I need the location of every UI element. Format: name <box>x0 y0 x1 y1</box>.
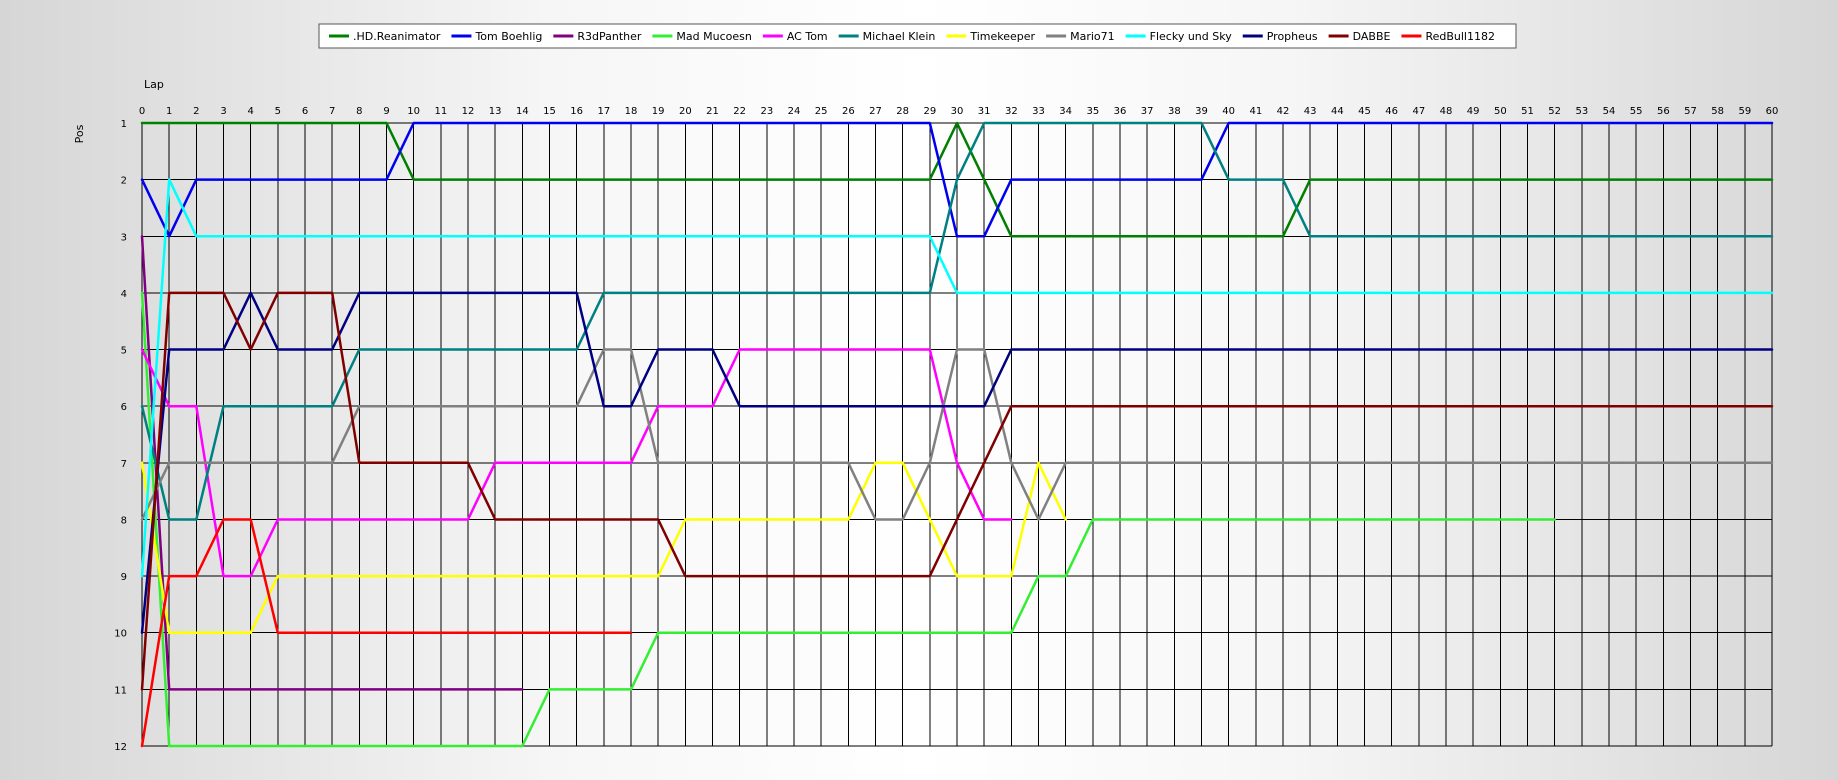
x-tick-label: 18 <box>625 106 638 117</box>
x-tick-label: 6 <box>302 106 308 117</box>
plot-grid <box>141 122 1773 747</box>
x-tick-label: 35 <box>1086 106 1099 117</box>
x-tick-label: 15 <box>543 106 556 117</box>
x-tick-label: 45 <box>1358 106 1371 117</box>
x-tick-label: 27 <box>869 106 882 117</box>
y-tick-label: 9 <box>121 572 127 583</box>
x-tick-label: 60 <box>1766 106 1779 117</box>
x-tick-label: 26 <box>842 106 855 117</box>
legend: .HD.Reanimator Tom Boehlig R3dPanther Mad M… <box>318 23 1517 49</box>
x-tick-label: 0 <box>139 106 145 117</box>
x-tick-label: 23 <box>760 106 773 117</box>
x-tick-label: 7 <box>329 106 335 117</box>
x-tick-label: 59 <box>1738 106 1751 117</box>
x-tick-label: 28 <box>896 106 909 117</box>
x-tick-label: 34 <box>1059 106 1072 117</box>
x-axis-label: Lap <box>144 78 164 91</box>
x-tick-label: 54 <box>1603 106 1616 117</box>
y-tick-label: 8 <box>121 515 127 526</box>
y-tick-label: 4 <box>121 289 127 300</box>
x-tick-label: 39 <box>1195 106 1208 117</box>
legend-label: .HD.Reanimator <box>353 30 441 43</box>
x-tick-label: 58 <box>1711 106 1724 117</box>
x-tick-label: 37 <box>1141 106 1154 117</box>
x-tick-label: 33 <box>1032 106 1045 117</box>
x-tick-label: 4 <box>247 106 253 117</box>
x-tick-label: 38 <box>1168 106 1181 117</box>
x-tick-label: 9 <box>383 106 389 117</box>
y-tick-label: 1 <box>121 119 127 130</box>
x-tick-label: 52 <box>1548 106 1561 117</box>
y-axis-ticks: 123456789101112 <box>114 119 127 753</box>
x-tick-label: 56 <box>1657 106 1670 117</box>
x-tick-label: 12 <box>462 106 475 117</box>
x-tick-label: 55 <box>1630 106 1643 117</box>
x-tick-label: 19 <box>652 106 665 117</box>
x-axis-ticks: 0 1 2 3 4 5 6 7 8 9 10 11 12 13 14 15 16 17 18 19 20 21 22 23 24… <box>139 106 1779 117</box>
legend-label: Michael Klein <box>863 30 936 43</box>
y-tick-label: 11 <box>114 685 127 696</box>
legend-label: Propheus <box>1267 30 1318 43</box>
x-tick-label: 42 <box>1277 106 1290 117</box>
x-tick-label: 53 <box>1575 106 1588 117</box>
legend-label: RedBull1182 <box>1425 30 1495 43</box>
x-tick-label: 30 <box>951 106 964 117</box>
x-tick-label: 47 <box>1412 106 1425 117</box>
x-tick-label: 32 <box>1005 106 1018 117</box>
x-tick-label: 13 <box>489 106 502 117</box>
x-tick-label: 14 <box>516 106 529 117</box>
x-tick-label: 46 <box>1385 106 1398 117</box>
x-tick-label: 21 <box>706 106 719 117</box>
x-tick-label: 43 <box>1304 106 1317 117</box>
x-tick-label: 36 <box>1114 106 1127 117</box>
x-tick-label: 5 <box>275 106 281 117</box>
y-tick-label: 5 <box>121 346 127 357</box>
x-tick-label: 31 <box>978 106 991 117</box>
x-tick-label: 16 <box>570 106 583 117</box>
x-tick-label: 48 <box>1440 106 1453 117</box>
y-tick-label: 10 <box>114 629 127 640</box>
legend-label: Flecky und Sky <box>1150 30 1233 43</box>
x-tick-label: 3 <box>220 106 226 117</box>
legend-label: Mad Mucoesn <box>676 30 751 43</box>
y-axis-label: Pos <box>73 124 86 143</box>
x-tick-label: 20 <box>679 106 692 117</box>
legend-label: Timekeeper <box>969 30 1035 43</box>
legend-label: Mario71 <box>1070 30 1115 43</box>
x-tick-label: 24 <box>788 106 801 117</box>
x-tick-label: 57 <box>1684 106 1697 117</box>
legend-label: DABBE <box>1353 30 1391 43</box>
x-tick-label: 1 <box>166 106 172 117</box>
legend-label: AC Tom <box>787 30 828 43</box>
x-tick-label: 29 <box>923 106 936 117</box>
x-tick-label: 51 <box>1521 106 1534 117</box>
y-tick-label: 6 <box>121 402 127 413</box>
race-position-chart: .HD.Reanimator Tom Boehlig R3dPanther Mad M… <box>73 23 1779 753</box>
x-tick-label: 17 <box>597 106 610 117</box>
x-tick-label: 44 <box>1331 106 1344 117</box>
legend-label: R3dPanther <box>577 30 642 43</box>
x-tick-label: 22 <box>733 106 746 117</box>
legend-label: Tom Boehlig <box>474 30 542 43</box>
x-tick-label: 8 <box>356 106 362 117</box>
y-tick-label: 2 <box>121 176 127 187</box>
y-tick-label: 7 <box>121 459 127 470</box>
x-tick-label: 2 <box>193 106 199 117</box>
x-tick-label: 11 <box>434 106 447 117</box>
x-tick-label: 41 <box>1249 106 1262 117</box>
x-tick-label: 25 <box>815 106 828 117</box>
y-tick-label: 12 <box>114 742 127 753</box>
x-tick-label: 50 <box>1494 106 1507 117</box>
x-tick-label: 49 <box>1467 106 1480 117</box>
x-tick-label: 10 <box>407 106 420 117</box>
y-tick-label: 3 <box>121 232 127 243</box>
x-tick-label: 40 <box>1222 106 1235 117</box>
